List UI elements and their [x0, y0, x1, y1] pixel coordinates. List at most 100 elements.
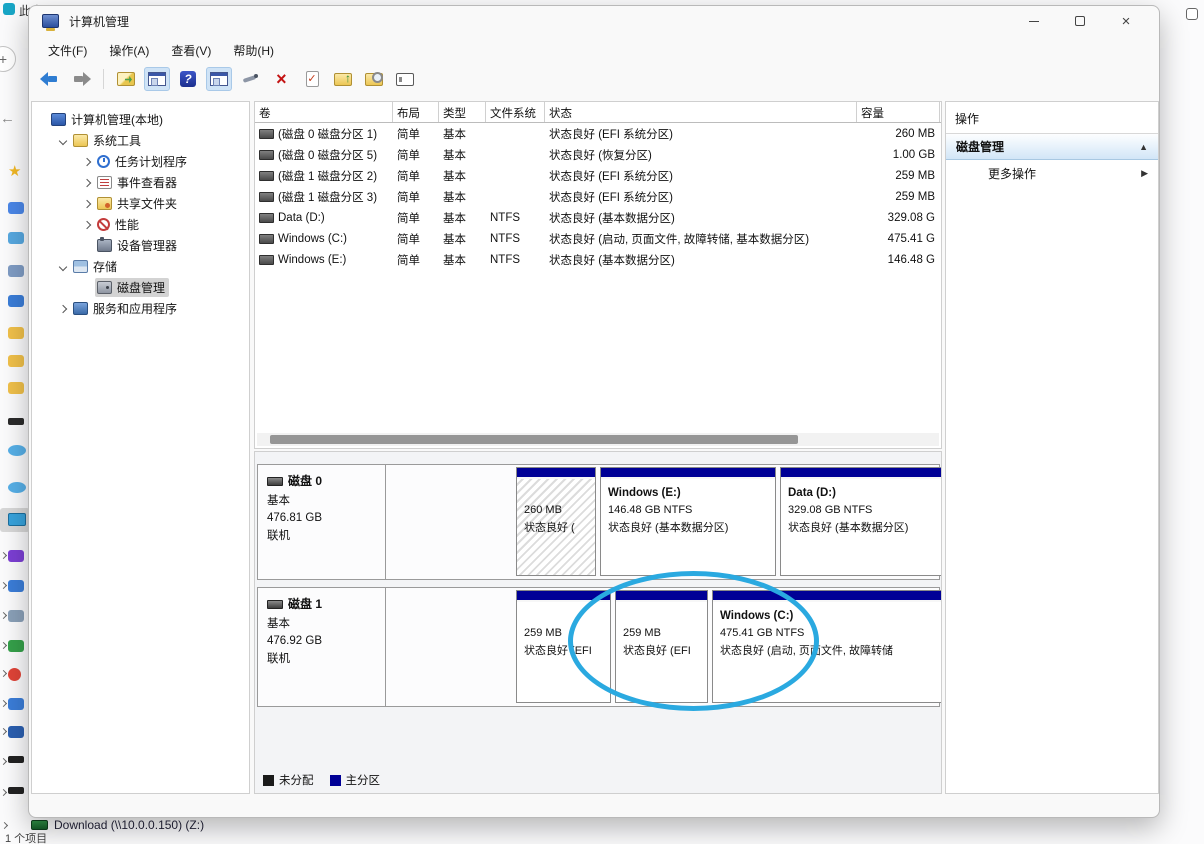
menu-item-1[interactable]: 文件(F): [37, 39, 98, 62]
tree-item-设备管理器[interactable]: 设备管理器: [32, 235, 249, 256]
chevron-right-icon[interactable]: [59, 304, 67, 312]
console-window-button[interactable]: [144, 67, 170, 91]
menu-item-3[interactable]: 查看(V): [160, 39, 222, 62]
chevron-right-icon[interactable]: [0, 552, 7, 559]
chevron-right-icon[interactable]: [0, 612, 7, 619]
column-header-状态[interactable]: 状态: [545, 102, 857, 122]
onedrive-cloud-icon[interactable]: [8, 445, 26, 456]
table-row[interactable]: (磁盘 1 磁盘分区 3)简单基本状态良好 (EFI 系统分区)259 MB: [255, 186, 941, 207]
chevron-right-icon[interactable]: [83, 157, 91, 165]
drive-icon-3[interactable]: [8, 756, 24, 763]
table-row[interactable]: Windows (C:)简单基本NTFS状态良好 (启动, 页面文件, 故障转储…: [255, 228, 941, 249]
close-button[interactable]: ×: [1103, 6, 1149, 36]
table-row[interactable]: Data (D:)简单基本NTFS状态良好 (基本数据分区)329.08 G: [255, 207, 941, 228]
drive-icon-1[interactable]: [8, 698, 24, 710]
documents-folder-icon[interactable]: [8, 327, 24, 339]
partition-260 MB[interactable]: 260 MB状态良好 (: [516, 467, 596, 576]
chevron-down-icon[interactable]: [59, 262, 67, 270]
pinned-folder-icon[interactable]: [8, 295, 24, 307]
actions-group-disk-management[interactable]: 磁盘管理 ▲: [946, 134, 1158, 160]
new-tab-button[interactable]: +: [0, 46, 16, 72]
table-row[interactable]: (磁盘 1 磁盘分区 2)简单基本状态良好 (EFI 系统分区)259 MB: [255, 165, 941, 186]
cell-layout: 简单: [393, 189, 439, 205]
item-bar-icon[interactable]: [8, 418, 24, 425]
delete-button[interactable]: ×: [268, 67, 294, 91]
folder-up-button[interactable]: [330, 67, 356, 91]
background-maximize-icon[interactable]: [1186, 8, 1198, 20]
chevron-right-icon[interactable]: [0, 700, 7, 707]
menu-item-4[interactable]: 帮助(H): [222, 39, 285, 62]
tree-item-共享文件夹[interactable]: 共享文件夹: [32, 193, 249, 214]
tree-item-事件查看器[interactable]: 事件查看器: [32, 172, 249, 193]
tree-item-计算机管理(本地)[interactable]: 计算机管理(本地): [32, 109, 249, 130]
videos-tree-icon[interactable]: [8, 550, 24, 562]
more-actions-item[interactable]: 更多操作 ▶: [946, 160, 1158, 186]
column-header-卷[interactable]: 卷: [255, 102, 393, 122]
onedrive-cloud2-icon[interactable]: [8, 482, 26, 493]
cell-text: 259 MB: [895, 191, 935, 203]
partition-Windows (C:)[interactable]: Windows (C:)475.41 GB NTFS状态良好 (启动, 页面文件…: [712, 590, 942, 703]
pen-button[interactable]: [237, 67, 263, 91]
drive-icon-2[interactable]: [8, 726, 24, 738]
explorer-back-icon[interactable]: ←: [0, 110, 15, 127]
column-header-类型[interactable]: 类型: [439, 102, 486, 122]
this-pc-monitor-icon[interactable]: [8, 513, 26, 526]
console-tree-button[interactable]: [206, 67, 232, 91]
tree-item-性能[interactable]: 性能: [32, 214, 249, 235]
chevron-right-icon[interactable]: [0, 728, 7, 735]
tree-item-系统工具[interactable]: 系统工具: [32, 130, 249, 151]
panel-button[interactable]: [392, 67, 418, 91]
documents-tree-icon[interactable]: [8, 610, 24, 622]
back-button[interactable]: [37, 67, 63, 91]
pictures-tree-icon[interactable]: [8, 580, 24, 592]
downloads-folder-icon[interactable]: [8, 355, 24, 367]
partition-Windows (E:)[interactable]: Windows (E:)146.48 GB NTFS状态良好 (基本数据分区): [600, 467, 776, 576]
desktop-folder-icon[interactable]: [8, 202, 24, 214]
column-header-布局[interactable]: 布局: [393, 102, 439, 122]
collapse-caret-icon[interactable]: ▲: [1139, 142, 1148, 152]
disk-name: 磁盘 0: [288, 472, 322, 491]
chevron-down-icon[interactable]: [59, 136, 67, 144]
chevron-right-icon[interactable]: [83, 178, 91, 186]
drive-icon-4[interactable]: [8, 787, 24, 794]
cell-type: 基本: [439, 252, 486, 268]
menu-item-2[interactable]: 操作(A): [98, 39, 160, 62]
minimize-button[interactable]: [1011, 6, 1057, 36]
folder-search-button[interactable]: [361, 67, 387, 91]
chevron-right-icon[interactable]: [83, 199, 91, 207]
forward-button[interactable]: [68, 67, 94, 91]
table-row[interactable]: Windows (E:)简单基本NTFS状态良好 (基本数据分区)146.48 …: [255, 249, 941, 270]
music-tree-icon[interactable]: [8, 668, 21, 681]
tree-item-磁盘管理[interactable]: 磁盘管理: [32, 277, 249, 298]
downloads-tree-icon[interactable]: [8, 640, 24, 652]
cell-layout: 简单: [393, 126, 439, 142]
table-row[interactable]: (磁盘 0 磁盘分区 5)简单基本状态良好 (恢复分区)1.00 GB: [255, 144, 941, 165]
check-doc-button[interactable]: ✓: [299, 67, 325, 91]
table-row[interactable]: (磁盘 0 磁盘分区 1)简单基本状态良好 (EFI 系统分区)260 MB: [255, 123, 941, 144]
export-list-button[interactable]: [113, 67, 139, 91]
library-icon[interactable]: [8, 265, 24, 277]
help-button[interactable]: ?: [175, 67, 201, 91]
quick-access-star-icon[interactable]: ★: [8, 164, 21, 179]
scrollbar-thumb[interactable]: [270, 435, 798, 444]
partitions-area: 259 MB状态良好 (EFI259 MB状态良好 (EFIWindows (C…: [386, 588, 939, 706]
partition-259 MB[interactable]: 259 MB状态良好 (EFI: [516, 590, 611, 703]
column-header-文件系统[interactable]: 文件系统: [486, 102, 545, 122]
chevron-right-icon[interactable]: [0, 582, 7, 589]
tree-item-label: 系统工具: [93, 132, 141, 149]
chevron-right-icon[interactable]: [83, 220, 91, 228]
tree-item-服务和应用程序[interactable]: 服务和应用程序: [32, 298, 249, 319]
chevron-right-icon[interactable]: [0, 758, 7, 765]
horizontal-scrollbar[interactable]: [257, 433, 939, 446]
music-folder-icon[interactable]: [8, 382, 24, 394]
tree-item-存储[interactable]: 存储: [32, 256, 249, 277]
tree-item-任务计划程序[interactable]: 任务计划程序: [32, 151, 249, 172]
chevron-right-icon[interactable]: [0, 642, 7, 649]
partition-259 MB[interactable]: 259 MB状态良好 (EFI: [615, 590, 708, 703]
partition-Data (D:)[interactable]: Data (D:)329.08 GB NTFS状态良好 (基本数据分区): [780, 467, 942, 576]
chevron-right-icon[interactable]: [0, 670, 7, 677]
maximize-button[interactable]: [1057, 6, 1103, 36]
sync-folder-icon[interactable]: [8, 232, 24, 244]
column-header-容量[interactable]: 容量: [857, 102, 940, 122]
chevron-right-icon[interactable]: [0, 789, 7, 796]
